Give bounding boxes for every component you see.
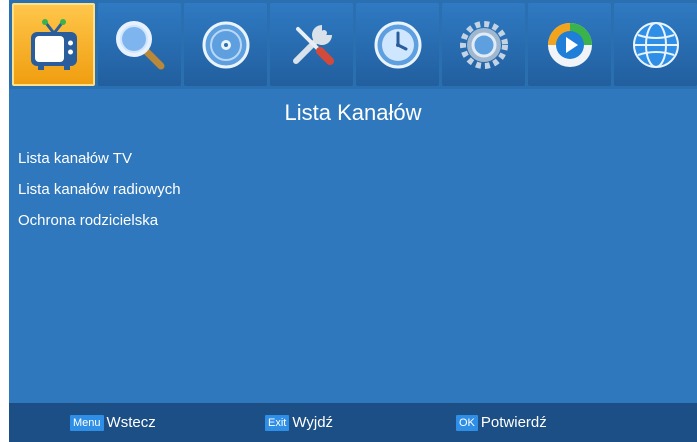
menu-item-radio-channel-list[interactable]: Lista kanałów radiowych <box>18 174 181 205</box>
clock-icon <box>374 21 422 68</box>
tv-icon <box>30 18 77 70</box>
globe-icon <box>632 21 679 68</box>
exit-hint[interactable]: Exit Wyjdź <box>265 414 333 431</box>
tab-settings[interactable] <box>442 3 526 86</box>
screen: Lista Kanałów Lista kanałów TV Lista kan… <box>9 0 697 442</box>
ok-label: Potwierdź <box>480 414 547 431</box>
top-menu-bar <box>9 0 697 89</box>
disc-icon <box>202 21 250 68</box>
tab-search[interactable] <box>98 3 182 86</box>
tab-tools[interactable] <box>270 3 354 86</box>
menu-item-tv-channel-list[interactable]: Lista kanałów TV <box>18 143 181 174</box>
tab-disc[interactable] <box>184 3 268 86</box>
menu-key-badge: Menu <box>70 414 104 431</box>
tab-network[interactable] <box>614 3 697 86</box>
back-hint[interactable]: Menu Wstecz <box>70 414 156 431</box>
back-label: Wstecz <box>106 414 156 431</box>
ok-hint[interactable]: OK Potwierdź <box>456 414 547 431</box>
media-player-icon <box>547 22 592 67</box>
tab-clock[interactable] <box>356 3 440 86</box>
footer-hint-bar: Menu Wstecz Exit Wyjdź OK Potwierdź <box>9 403 697 442</box>
tab-channel-list[interactable] <box>12 3 96 86</box>
menu-item-parental-lock[interactable]: Ochrona rodzicielska <box>18 205 181 236</box>
search-icon <box>115 20 165 69</box>
tab-media[interactable] <box>528 3 612 86</box>
tools-icon <box>292 24 334 65</box>
exit-label: Wyjdź <box>292 414 334 431</box>
channel-menu: Lista kanałów TV Lista kanałów radiowych… <box>18 143 181 236</box>
ok-key-badge: OK <box>456 414 478 431</box>
page-title: Lista Kanałów <box>284 100 422 125</box>
exit-key-badge: Exit <box>265 414 290 431</box>
gear-icon <box>459 20 508 69</box>
